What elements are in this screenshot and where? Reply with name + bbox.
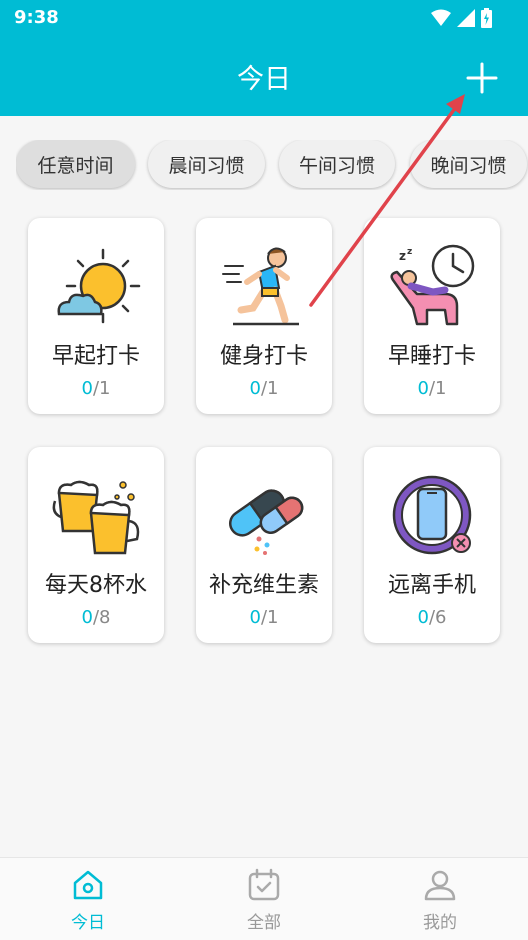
app-bar: 今日 bbox=[0, 36, 528, 116]
chip-morning[interactable]: 晨间习惯 bbox=[148, 140, 265, 188]
chip-any-time[interactable]: 任意时间 bbox=[16, 140, 135, 188]
status-icons bbox=[431, 7, 492, 29]
battery-icon bbox=[481, 8, 492, 28]
habit-progress: 0/8 bbox=[81, 607, 111, 628]
page-title: 今日 bbox=[237, 64, 291, 95]
habit-title: 补充维生素 bbox=[208, 573, 319, 598]
habit-card-phone[interactable]: 远离手机 0/6 bbox=[364, 447, 500, 643]
habit-title: 早睡打卡 bbox=[387, 344, 476, 369]
nav-today[interactable]: 今日 bbox=[0, 858, 176, 940]
beer-mugs-icon bbox=[52, 480, 140, 555]
nav-label: 我的 bbox=[423, 913, 457, 933]
runner-icon bbox=[222, 247, 299, 326]
phone-off-icon bbox=[392, 475, 472, 555]
habit-card-vitamin[interactable]: 补充维生素 0/1 bbox=[196, 447, 332, 643]
time-filter-chips: 任意时间 晨间习惯 午间习惯 晚间习惯 bbox=[16, 140, 528, 190]
chip-noon[interactable]: 午间习惯 bbox=[279, 140, 395, 188]
home-icon bbox=[73, 870, 103, 900]
chip-evening[interactable]: 晚间习惯 bbox=[410, 140, 527, 188]
bottom-nav: 今日 全部 我的 bbox=[0, 857, 528, 940]
wifi-icon bbox=[431, 9, 451, 26]
habit-card-early-sleep[interactable]: z z 早睡打卡 0/1 bbox=[364, 218, 500, 414]
nav-label: 全部 bbox=[247, 913, 281, 933]
status-bar: 9:38 bbox=[0, 0, 528, 36]
habit-progress: 0/1 bbox=[249, 607, 279, 628]
nav-mine[interactable]: 我的 bbox=[352, 858, 528, 940]
svg-text:z: z bbox=[407, 247, 412, 257]
plus-icon bbox=[466, 62, 498, 94]
habit-progress: 0/1 bbox=[81, 378, 111, 399]
habit-title: 早起打卡 bbox=[51, 344, 140, 369]
signal-icon bbox=[457, 9, 475, 27]
habit-title: 健身打卡 bbox=[219, 344, 308, 369]
habit-card-fitness[interactable]: 健身打卡 0/1 bbox=[196, 218, 332, 414]
pills-icon bbox=[229, 489, 304, 555]
user-icon bbox=[424, 870, 456, 901]
habit-card-water[interactable]: 每天8杯水 0/8 bbox=[28, 447, 164, 643]
nav-all[interactable]: 全部 bbox=[176, 858, 352, 940]
svg-text:z: z bbox=[399, 249, 406, 263]
habit-title: 远离手机 bbox=[387, 573, 476, 598]
sun-cloud-icon bbox=[57, 248, 141, 324]
habit-progress: 0/1 bbox=[249, 378, 279, 399]
habit-progress: 0/1 bbox=[417, 378, 447, 399]
status-time: 9:38 bbox=[14, 7, 59, 28]
sleep-clock-icon: z z bbox=[390, 244, 475, 326]
habit-title: 每天8杯水 bbox=[45, 573, 147, 598]
nav-label: 今日 bbox=[71, 913, 105, 933]
habit-progress: 0/6 bbox=[417, 607, 447, 628]
calendar-check-icon bbox=[248, 868, 280, 901]
add-habit-button[interactable] bbox=[462, 58, 502, 98]
habit-card-early-rise[interactable]: 早起打卡 0/1 bbox=[28, 218, 164, 414]
